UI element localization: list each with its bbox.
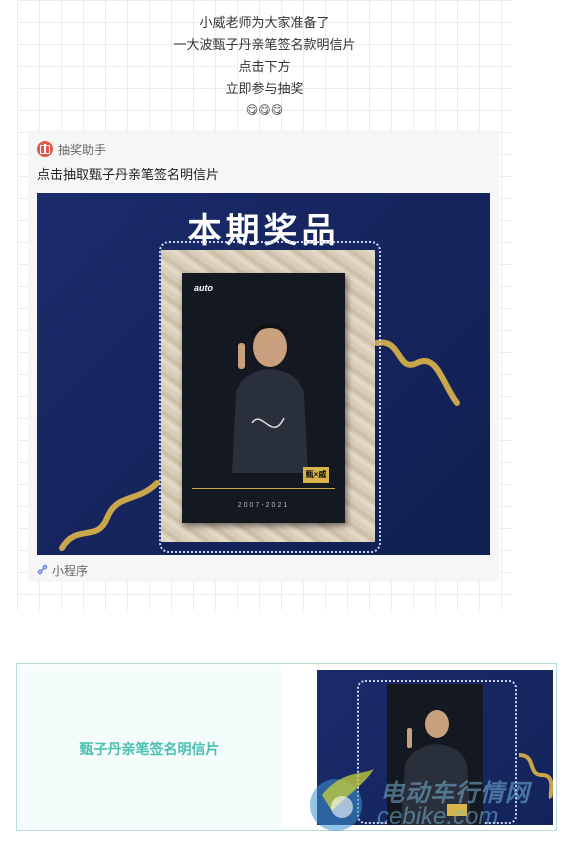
gold-line xyxy=(192,488,335,489)
app-name: 抽奖助手 xyxy=(58,142,107,157)
link-icon xyxy=(37,564,48,578)
ribbon-left xyxy=(59,480,160,551)
mini-program-label: 小程序 xyxy=(52,564,89,578)
intro-line: 立即参与抽奖 xyxy=(225,81,304,96)
card-header: 抽奖助手 xyxy=(37,139,106,159)
site-watermark: 电动车行情网 cebike.com xyxy=(302,765,552,835)
emoji-row: 😋😋😋 xyxy=(245,103,284,117)
watermark-logo-icon xyxy=(310,769,374,831)
postcard-years: 2007-2021 xyxy=(237,502,290,509)
prize-image[interactable]: 本期奖品 auto 甄×威 2007-2021 xyxy=(37,193,490,555)
intro-text: 小威老师为大家准备了 一大波甄子丹亲笔签名款明信片 点击下方 立即参与抽奖 😋😋… xyxy=(17,12,512,120)
intro-line: 一大波甄子丹亲笔签名款明信片 xyxy=(173,37,356,52)
gift-icon xyxy=(37,141,53,157)
postcard-badge: 甄×威 xyxy=(303,467,329,483)
postcard-logo: auto xyxy=(194,283,213,293)
person-silhouette xyxy=(232,324,308,473)
ribbon-right xyxy=(374,339,460,406)
signed-postcard: auto 甄×威 2007-2021 xyxy=(182,273,345,523)
promo-left-panel: 甄子丹亲笔签名明信片 xyxy=(18,665,281,829)
watermark-text-en: cebike.com xyxy=(377,803,499,830)
card-footer: 小程序 xyxy=(37,562,88,579)
promo-label: 甄子丹亲笔签名明信片 xyxy=(79,741,220,757)
intro-line: 点击下方 xyxy=(238,59,291,74)
mini-program-card[interactable]: 抽奖助手 点击抽取甄子丹亲笔签名明信片 本期奖品 auto 甄×威 2007-2… xyxy=(28,130,499,582)
card-title: 点击抽取甄子丹亲笔签名明信片 xyxy=(37,167,220,182)
intro-line: 小威老师为大家准备了 xyxy=(199,15,330,30)
